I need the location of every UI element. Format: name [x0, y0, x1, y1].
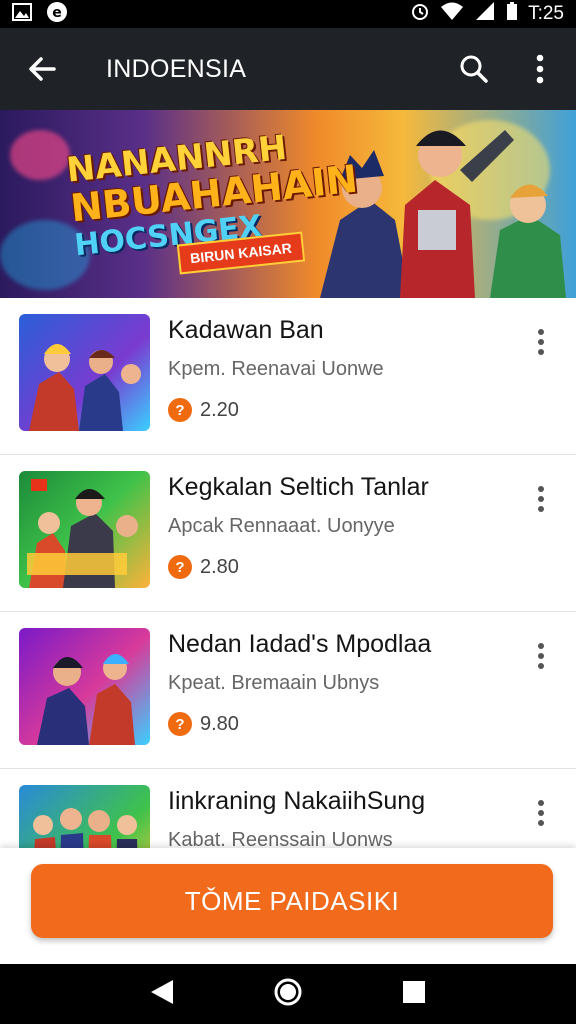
status-time: T:25 — [528, 3, 564, 24]
gallery-icon — [12, 2, 32, 26]
search-icon — [460, 55, 488, 83]
triangle-back-icon — [151, 979, 173, 1004]
question-badge-icon: ? — [168, 555, 192, 579]
item-rating: ? 2.80 — [168, 555, 239, 579]
game-thumbnail — [19, 314, 150, 431]
item-rating: ? 2.20 — [168, 398, 239, 422]
nav-home-button[interactable] — [273, 977, 303, 1012]
list-item[interactable]: Kegkalan Seltich Tanlar Apcak Rennaaat. … — [0, 455, 576, 612]
item-more-button[interactable] — [526, 324, 556, 360]
status-bar: e T:25 — [0, 0, 576, 28]
square-recents-icon — [403, 980, 425, 1003]
game-thumbnail — [19, 628, 150, 745]
app-notification-icon: e — [46, 1, 68, 28]
item-subtitle: Kpeat. Bremaain Ubnys — [168, 672, 380, 694]
page-title: INDOENSIA — [106, 54, 247, 83]
item-rating-value: 2.20 — [200, 398, 239, 421]
item-title: Nedan Iadad's Mpodlaa — [168, 630, 432, 658]
more-vert-icon — [536, 54, 544, 84]
overflow-menu-button[interactable] — [518, 47, 562, 91]
item-title: Kegkalan Seltich Tanlar — [168, 473, 429, 501]
item-rating-value: 2.80 — [200, 555, 239, 578]
question-badge-icon: ? — [168, 712, 192, 736]
search-button[interactable] — [452, 47, 496, 91]
back-button[interactable] — [12, 39, 72, 99]
list-item[interactable]: Nedan Iadad's Mpodlaa Kpeat. Bremaain Ub… — [0, 612, 576, 769]
item-rating: ? 9.80 — [168, 712, 239, 736]
nav-recents-button[interactable] — [401, 979, 427, 1010]
item-rating-value: 9.80 — [200, 712, 239, 735]
bottom-action-area: TǑME PAIDASIKI — [0, 848, 576, 964]
item-title: Kadawan Ban — [168, 316, 324, 344]
game-thumbnail — [19, 471, 150, 588]
item-more-button[interactable] — [526, 481, 556, 517]
battery-icon — [506, 1, 518, 27]
primary-cta-button[interactable]: TǑME PAIDASIKI — [31, 864, 553, 938]
alarm-icon — [410, 1, 430, 27]
item-more-button[interactable] — [526, 795, 556, 831]
game-list: Kadawan Ban Kpem. Reenavai Uonwe ? 2.20 … — [0, 298, 576, 926]
system-nav-bar — [0, 964, 576, 1024]
promo-banner[interactable]: NANANNRH NBUAHAHAIN HOCSNGEX BIRUN KAISA… — [0, 110, 576, 298]
question-badge-icon: ? — [168, 398, 192, 422]
svg-text:e: e — [52, 5, 62, 21]
item-subtitle: Kpem. Reenavai Uonwe — [168, 358, 384, 380]
nav-back-button[interactable] — [149, 978, 175, 1011]
item-subtitle: Apcak Rennaaat. Uonyye — [168, 515, 395, 537]
banner-characters-art — [320, 130, 566, 298]
arrow-back-icon — [29, 57, 56, 81]
list-item[interactable]: Kadawan Ban Kpem. Reenavai Uonwe ? 2.20 — [0, 298, 576, 455]
app-bar: INDOENSIA — [0, 28, 576, 110]
circle-home-icon — [274, 978, 302, 1005]
item-title: Iinkraning NakaiihSung — [168, 787, 426, 815]
wifi-icon — [440, 1, 464, 27]
item-more-button[interactable] — [526, 638, 556, 674]
signal-icon — [474, 1, 496, 27]
